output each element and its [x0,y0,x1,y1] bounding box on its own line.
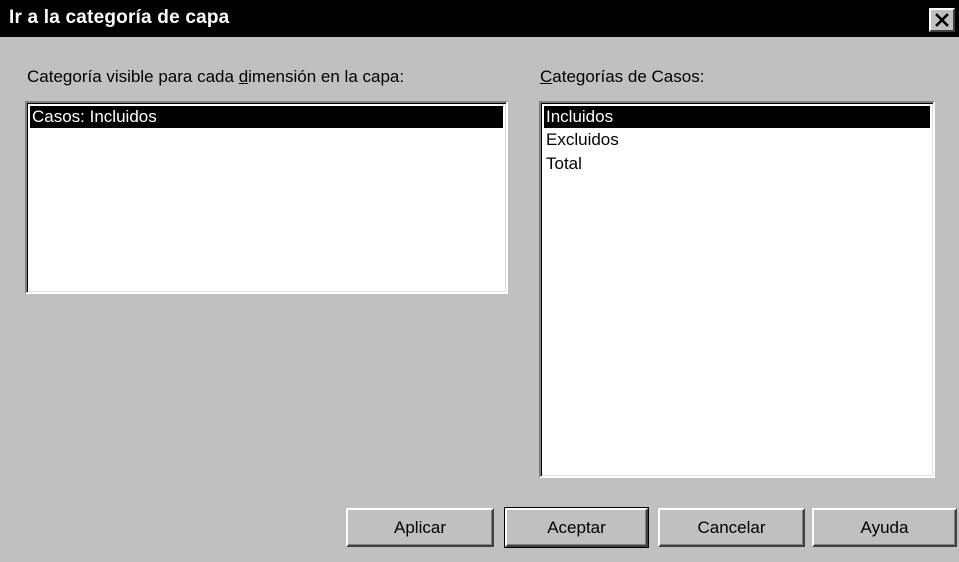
window-title: Ir a la categoría de capa [9,7,230,28]
title-bar[interactable]: Ir a la categoría de capa [0,0,959,37]
cancel-button[interactable]: Cancelar [658,508,805,547]
close-icon [935,13,949,27]
help-button[interactable]: Ayuda [812,508,957,547]
cases-label-mnemonic: C [540,67,553,86]
dimension-category-label: Categoría visible para cada dimensión en… [27,67,404,87]
dimension-label-prefix: Categoría visible para cada [27,67,239,86]
cases-label-suffix: ategorías de Casos: [552,67,705,86]
dimension-category-listbox[interactable]: Casos: Incluidos [25,101,508,294]
apply-button[interactable]: Aplicar [346,508,494,547]
close-button[interactable] [929,8,955,32]
list-item-casos-incluidos[interactable]: Casos: Incluidos [30,106,503,128]
list-item-total[interactable]: Total [544,153,930,175]
dialog-window: Ir a la categoría de capa Categoría visi… [0,0,959,562]
ok-button[interactable]: Aceptar [504,507,649,548]
cases-categories-label: Categorías de Casos: [540,67,704,87]
dimension-label-suffix: imensión en la capa: [248,67,405,86]
list-item-excluidos[interactable]: Excluidos [544,129,930,151]
list-item-incluidos[interactable]: Incluidos [544,106,930,128]
dimension-label-mnemonic: d [238,67,249,86]
cases-categories-listbox[interactable]: Incluidos Excluidos Total [539,101,935,478]
